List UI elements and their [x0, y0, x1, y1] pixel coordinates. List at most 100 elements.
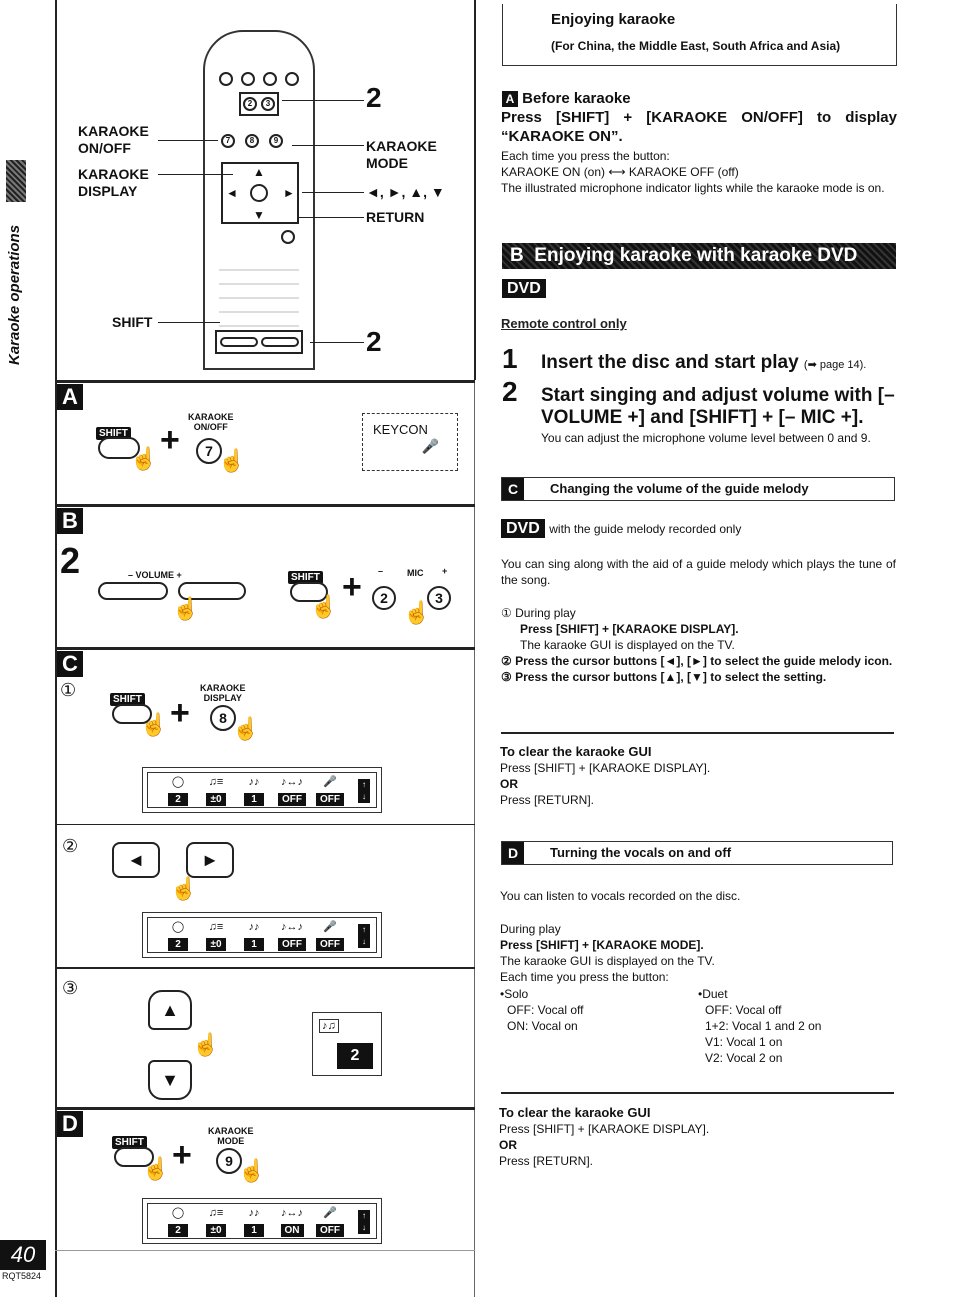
vocal-icon: ♪♪ — [248, 776, 260, 788]
pressing-hand-icon: ☝ — [172, 596, 200, 621]
gui-value: ON — [280, 1224, 304, 1237]
section-letter-a: A — [502, 91, 518, 107]
label-shift: SHIFT — [112, 314, 153, 330]
gui-inner-frame: ◯ 2 ♫≡ ±0 ♪♪ 1 ♪↔♪ ON 🎤 OFF ↑ ↓ — [147, 1203, 377, 1239]
section-marker — [6, 160, 26, 202]
gui-value: 1 — [244, 1224, 264, 1237]
mic-minus-label: – — [378, 566, 384, 576]
down-arrow-icon: ▼ — [253, 208, 265, 222]
document-code: RQT5824 — [2, 1271, 42, 1281]
section-letter-b: B — [510, 245, 524, 266]
panel-divider — [55, 380, 475, 383]
label-cursor-buttons: ◄, ►, ▲, ▼ — [366, 184, 445, 200]
gui-cell: ♪♪ 1 — [234, 775, 274, 806]
gui-value: 2 — [168, 793, 188, 806]
step-note: The karaoke GUI is displayed on the TV. — [520, 638, 735, 652]
gui-cell: ♪↔♪ OFF — [272, 775, 312, 806]
down-cursor-key: ▼ — [148, 1060, 192, 1100]
pressing-hand-icon: ☝ — [232, 716, 260, 741]
step-1-text: Insert the disc and start play (➡ page 1… — [541, 352, 867, 373]
step-2-text: Start singing and adjust volume with [– … — [541, 385, 895, 428]
step-instruction: Press [SHIFT] + [KARAOKE DISPLAY]. — [520, 622, 739, 636]
gui-cell: ♫≡ ±0 — [196, 775, 236, 806]
mic-icon: 🎤 — [323, 1207, 337, 1219]
label-return: RETURN — [366, 209, 425, 225]
pressing-hand-icon: ☝ — [192, 1032, 220, 1057]
gui-value: ±0 — [206, 1224, 226, 1237]
gui-cell: ♫≡ ±0 — [196, 920, 236, 951]
step-2-number: 2 — [502, 376, 518, 407]
up-cursor-key: ▲ — [148, 990, 192, 1030]
clear-gui-note-d: To clear the karaoke GUI Press [SHIFT] +… — [499, 1105, 710, 1168]
gui-cell: ◯ 2 — [158, 920, 198, 951]
key-control-icon: ♫≡ — [208, 1207, 224, 1219]
leader-line — [282, 100, 364, 101]
duet-icon: ♪↔♪ — [281, 921, 303, 933]
gui-inner-frame: ◯ 2 ♫≡ ±0 ♪♪ 1 ♪↔♪ OFF 🎤 OFF ↑ ↓ — [147, 917, 377, 953]
section-letter-d: D — [502, 842, 524, 864]
pressing-hand-icon: ☝ — [403, 600, 431, 625]
section-a-body: Each time you press the button: KARAOKE … — [501, 149, 885, 195]
panel-divider — [55, 967, 475, 969]
remote-lower-buttons — [219, 257, 299, 337]
section-a-instruction: Press [SHIFT] + [KARAOKE ON/OFF] to disp… — [501, 109, 897, 145]
leader-line — [158, 140, 218, 141]
scroll-icon: ↑ ↓ — [358, 779, 370, 803]
key-label: KARAOKE MODE — [208, 1126, 254, 1146]
plus-sign: + — [342, 568, 362, 606]
guide-melody-icon: ◯ — [171, 1207, 185, 1219]
solo-options: •Solo OFF: Vocal off ON: Vocal on — [500, 987, 584, 1033]
gui-cell: ♪↔♪ OFF — [272, 920, 312, 951]
mic-plus-key: 3 — [261, 97, 275, 111]
leader-line — [158, 174, 233, 175]
divider — [501, 732, 894, 734]
section-a-heading: A Before karaoke — [502, 89, 631, 108]
volume-minus-key — [220, 337, 258, 347]
mic-label: MIC — [407, 568, 424, 578]
tv-screen-display: KEYCON 🎤 — [362, 413, 458, 471]
mic-minus-key: 2 — [243, 97, 257, 111]
gui-value: OFF — [316, 938, 344, 951]
volume-keys-highlight — [215, 330, 303, 354]
page-heading: Enjoying karaoke — [551, 11, 676, 28]
return-key — [281, 230, 295, 244]
step-marker: ③ — [62, 978, 79, 998]
key-control-icon: ♫≡ — [208, 776, 224, 788]
key-label: KARAOKE ON/OFF — [188, 412, 234, 432]
key-8: 8 — [245, 134, 259, 148]
remote-button — [263, 72, 277, 86]
guide-melody-setting-display: ♪♫ 2 — [312, 1012, 382, 1076]
key-9: 9 — [269, 134, 283, 148]
section-d-header: D Turning the vocals on and off — [501, 841, 893, 865]
step-number: 2 — [60, 540, 81, 581]
keycon-text: KEYCON — [373, 422, 428, 437]
guide-melody-icon: ◯ — [171, 921, 185, 933]
gui-value: 1 — [244, 793, 264, 806]
gui-cell: ♪♪ 1 — [234, 1206, 274, 1237]
step-2-note: You can adjust the microphone volume lev… — [541, 431, 871, 445]
right-cursor-key: ► — [186, 842, 234, 878]
volume-label: – VOLUME + — [128, 570, 182, 580]
panel-letter-c: C — [57, 651, 83, 677]
gui-value: ±0 — [206, 938, 226, 951]
plus-sign: + — [170, 694, 190, 732]
divider — [501, 1092, 894, 1094]
section-c-steps: ① During play Press [SHIFT] + [KARAOKE D… — [501, 605, 897, 685]
gui-inner-frame: ◯ 2 ♫≡ ±0 ♪♪ 1 ♪↔♪ OFF 🎤 OFF ↑ ↓ — [147, 772, 377, 808]
key-7: 7 — [221, 134, 235, 148]
section-letter-c: C — [502, 478, 524, 500]
column-divider-top — [474, 0, 476, 380]
panel-letter-d: D — [57, 1111, 83, 1137]
key-control-icon: ♫≡ — [208, 921, 224, 933]
dvd-badge: DVD — [502, 279, 546, 298]
leader-line — [158, 322, 220, 323]
step-marker: ② — [62, 836, 79, 856]
mic-icon: 🎤 — [323, 921, 337, 933]
scroll-icon: ↑ ↓ — [358, 924, 370, 948]
section-c-title: Changing the volume of the guide melody — [550, 481, 809, 496]
gui-value: ±0 — [206, 793, 226, 806]
panel-divider — [55, 504, 475, 507]
section-d-body: During play Press [SHIFT] + [KARAOKE MOD… — [500, 922, 715, 984]
gui-value: 1 — [244, 938, 264, 951]
enter-button — [250, 184, 268, 202]
